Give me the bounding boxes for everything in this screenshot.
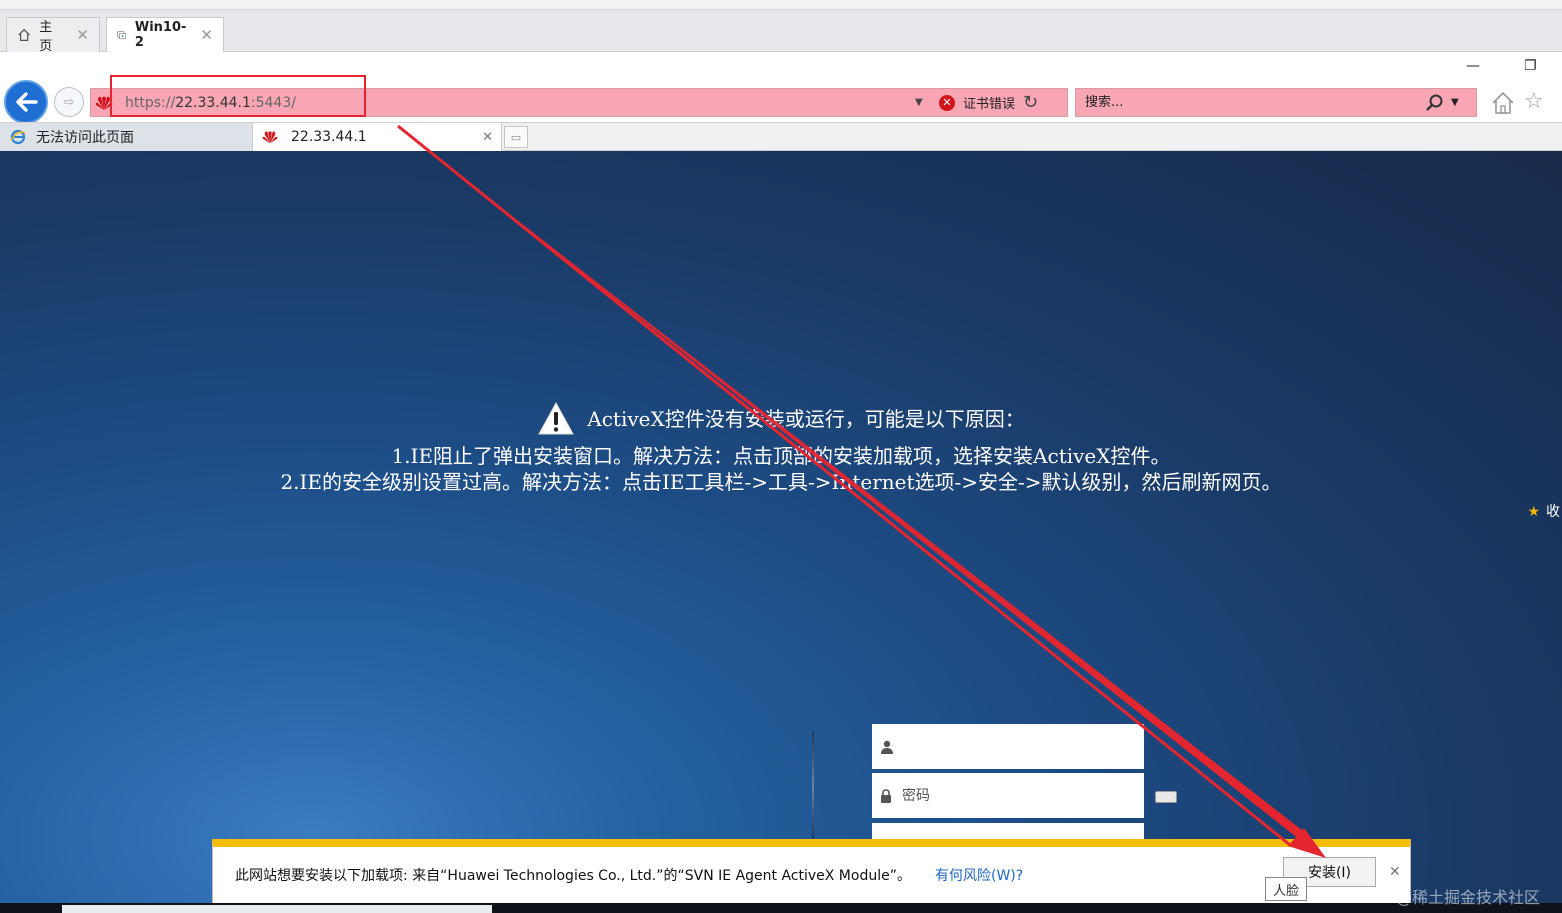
favorites-star-icon[interactable]: ☆ [1524,89,1544,114]
ie-logo-icon [10,129,26,145]
taskbar [0,903,1562,913]
tab-row: 无法访问此页面 22.33.44.1 ✕ ▭ [0,122,1562,151]
cert-error-label[interactable]: 证书错误 [963,93,1015,112]
back-button[interactable] [4,80,48,124]
tab-cannot-reach[interactable]: 无法访问此页面 [0,123,252,151]
vm-tab-home[interactable]: 主页 ✕ [6,17,100,54]
forward-button[interactable]: ⇨ [54,87,84,117]
face-login-tab[interactable]: 人脸 [1265,877,1307,901]
addon-notification-bar: 此网站想要安装以下加载项: 来自“Huawei Technologies Co.… [212,839,1411,903]
cert-error-icon[interactable]: ✕ [939,94,955,111]
new-tab-icon: ▭ [510,130,522,144]
username-input[interactable] [904,738,1124,755]
taskbar-segment [62,905,492,913]
username-field[interactable] [872,724,1144,769]
refresh-icon[interactable]: ↻ [1023,92,1038,113]
search-dropdown-icon[interactable]: ▼ [1451,97,1459,108]
vm-strip-topline [0,0,1562,10]
close-icon[interactable]: ✕ [1389,864,1401,880]
warning-reason-2: 2.IE的安全级别设置过高。解决方法：点击IE工具栏->工具->Internet… [280,470,1282,494]
favorite-label: 收 [1546,504,1560,520]
vm-tab-win10[interactable]: Win10-2 ✕ [106,17,224,52]
password-field[interactable] [872,773,1144,818]
restore-icon[interactable]: ❐ [1524,58,1537,74]
password-input[interactable] [902,787,1122,804]
watermark: @稀土掘金技术社区 [1396,888,1541,907]
tab-label: 22.33.44.1 [291,129,367,145]
annotation-highlight-box [110,75,366,117]
new-tab-button[interactable]: ▭ [504,126,528,148]
close-icon[interactable]: ✕ [482,130,493,145]
user-icon [881,740,893,754]
vm-tab-strip: 主页 ✕ Win10-2 ✕ [0,0,1562,54]
arrow-left-icon [16,92,38,112]
search-icon[interactable] [1425,93,1445,113]
home-icon [18,28,30,41]
favorite-widget[interactable]: ★ 收 [1527,501,1560,521]
lock-icon [881,788,891,803]
activex-warning: ActiveX控件没有安装或运行，可能是以下原因： 1.IE阻止了弹出安装窗口。… [0,401,1562,495]
star-icon: ★ [1527,504,1540,520]
tab-label: 无法访问此页面 [36,130,134,146]
vm-tab-label: 主页 [39,20,53,54]
page-content: ActiveX控件没有安装或运行，可能是以下原因： 1.IE阻止了弹出安装窗口。… [0,151,1562,913]
huawei-logo-icon [262,131,278,144]
home-icon[interactable] [1490,90,1516,116]
warning-reason-1: 1.IE阻止了弹出安装窗口。解决方法：点击顶部的安装加载项，选择安装Active… [391,444,1171,468]
divider [812,731,814,841]
search-box[interactable]: ▼ [1075,88,1477,117]
keyboard-icon[interactable] [1155,791,1177,803]
vm-icon [117,31,127,40]
warning-icon [538,401,575,435]
arrow-right-icon: ⇨ [63,94,75,110]
tab-active-site[interactable]: 22.33.44.1 ✕ [252,123,502,151]
minimize-icon[interactable]: — [1466,58,1480,74]
close-icon[interactable]: ✕ [200,26,213,44]
notification-message: 此网站想要安装以下加载项: 来自“Huawei Technologies Co.… [235,868,911,884]
risk-link[interactable]: 有何风险(W)? [935,865,1023,885]
warning-title-row: ActiveX控件没有安装或运行，可能是以下原因： [537,401,1025,437]
warning-title: ActiveX控件没有安装或运行，可能是以下原因： [587,407,1025,431]
dropdown-arrow-icon[interactable]: ▼ [915,97,935,108]
search-input[interactable] [1085,95,1425,110]
close-icon[interactable]: ✕ [76,26,89,44]
vm-tab-label: Win10-2 [134,20,187,50]
